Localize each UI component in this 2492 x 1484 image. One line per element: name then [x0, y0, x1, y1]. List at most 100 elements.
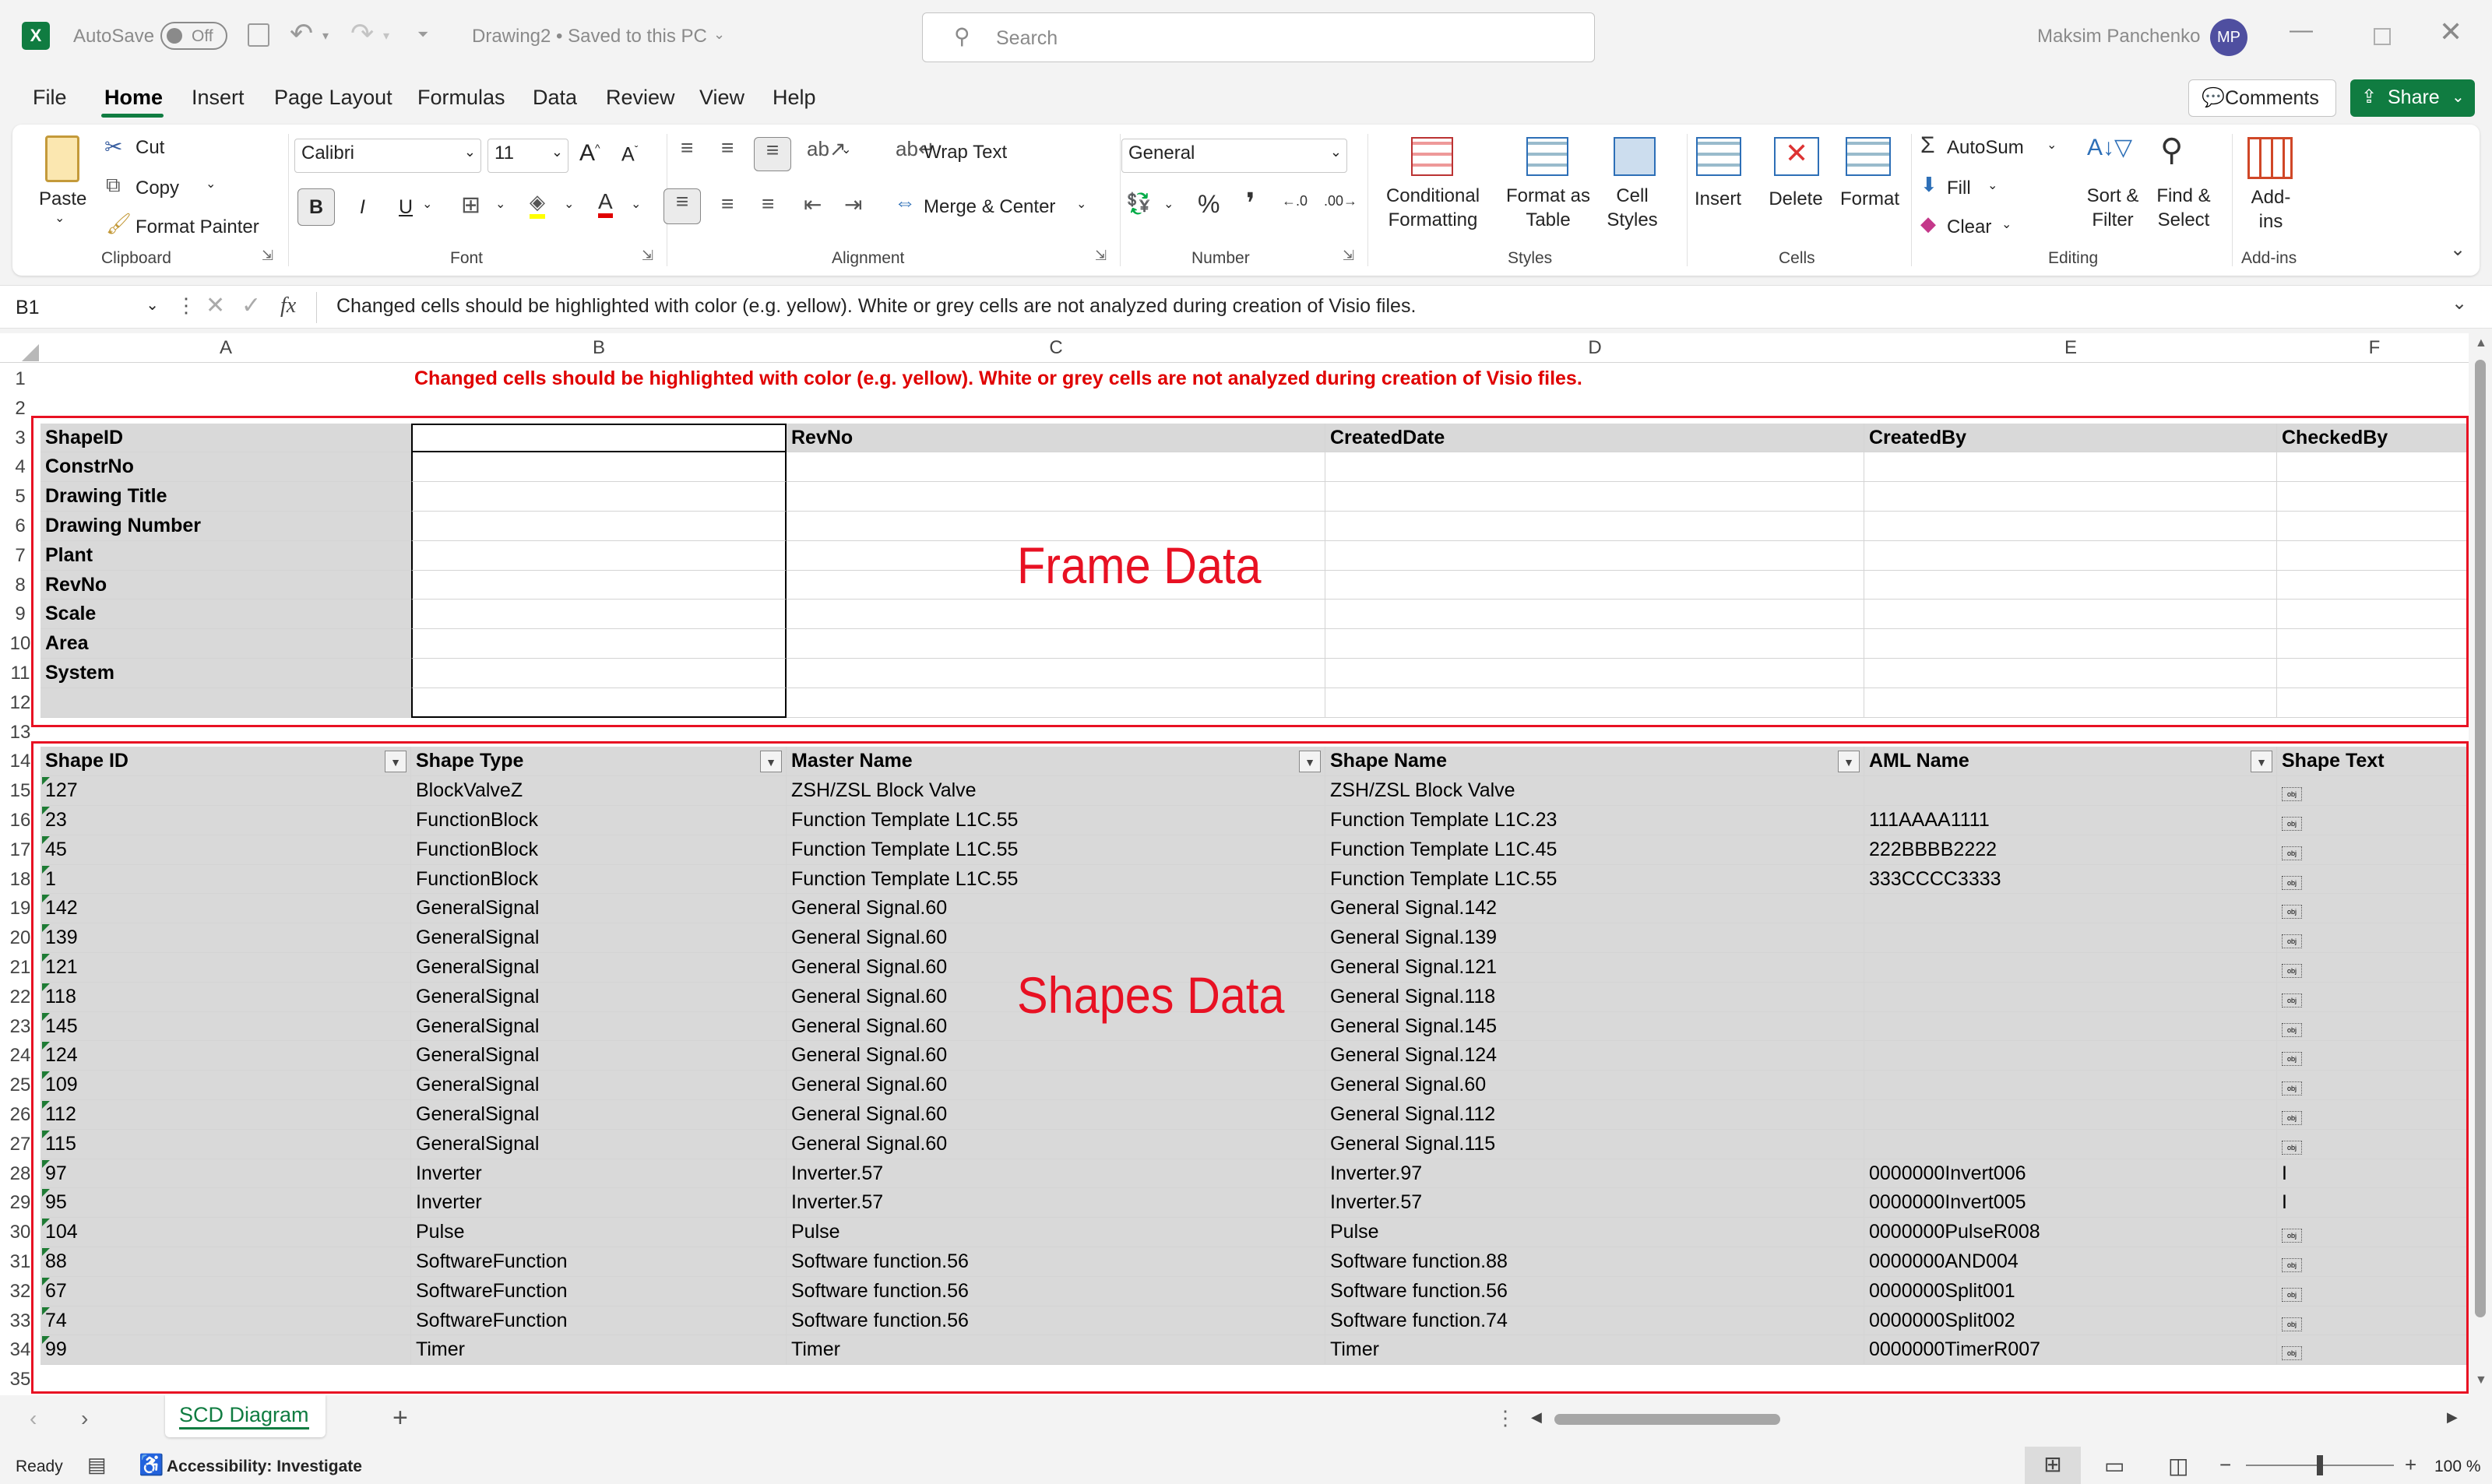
decrease-font-icon[interactable]: Aˇ — [621, 143, 638, 166]
redo-icon[interactable]: ↷ — [350, 17, 374, 50]
zoom-out-icon[interactable]: − — [2219, 1453, 2231, 1477]
horizontal-scrollbar[interactable]: ◀ ▶ — [1531, 1408, 2466, 1431]
wrap-text-button[interactable]: Wrap Text — [924, 142, 1007, 164]
cell-styles-button[interactable]: Cell Styles — [1593, 184, 1671, 232]
sort-filter-button[interactable]: Sort & Filter — [2079, 184, 2146, 232]
clear-dropdown-icon[interactable]: ⌄ — [2001, 216, 2012, 232]
accounting-format-icon[interactable]: 💱 — [1126, 192, 1151, 216]
column-header-d[interactable]: D — [1325, 333, 1864, 363]
zoom-slider[interactable] — [2246, 1455, 2394, 1475]
decrease-indent-icon[interactable]: ⇤ — [804, 192, 822, 217]
italic-button[interactable]: I — [360, 196, 365, 219]
orientation-dropdown-icon[interactable]: ⌄ — [841, 142, 851, 157]
underline-button[interactable]: U — [399, 196, 413, 219]
number-format-select[interactable]: General ⌄ — [1121, 139, 1347, 173]
accounting-dropdown-icon[interactable]: ⌄ — [1163, 196, 1174, 212]
tabs-splitter-icon[interactable]: ⋮ — [1495, 1406, 1515, 1430]
accessibility-status[interactable]: Accessibility: Investigate — [167, 1458, 362, 1476]
share-dropdown-icon[interactable]: ⌄ — [2452, 87, 2465, 107]
vertical-scrollbar[interactable]: ▲ ▼ — [2469, 333, 2492, 1395]
row-header[interactable]: 1 — [0, 364, 40, 394]
column-header-b[interactable]: B — [411, 333, 787, 363]
paste-dropdown-icon[interactable]: ⌄ — [55, 210, 65, 226]
sheet-tab-scd-diagram[interactable]: SCD Diagram — [165, 1395, 326, 1437]
align-top-icon[interactable]: ≡ — [681, 135, 693, 160]
vertical-scroll-thumb[interactable] — [2475, 360, 2486, 1317]
fill-dropdown-icon[interactable]: ⌄ — [1987, 178, 1997, 193]
scroll-up-icon[interactable]: ▲ — [2475, 336, 2487, 350]
scroll-down-icon[interactable]: ▼ — [2475, 1373, 2487, 1387]
column-header-f[interactable]: F — [2277, 333, 2472, 363]
macro-record-icon[interactable]: ▤ — [87, 1453, 107, 1477]
conditional-formatting-button[interactable]: Conditional Formatting — [1378, 184, 1487, 232]
insert-function-icon[interactable]: fx — [280, 294, 296, 318]
align-right-icon[interactable]: ≡ — [762, 192, 774, 216]
bold-button[interactable]: B — [297, 188, 335, 226]
prev-sheet-icon[interactable]: ‹ — [30, 1406, 37, 1431]
cancel-entry-icon[interactable]: ✕ — [206, 292, 225, 319]
user-name[interactable]: Maksim Panchenko — [2037, 26, 2200, 47]
scroll-right-icon[interactable]: ▶ — [2447, 1409, 2458, 1426]
cut-button[interactable]: Cut — [136, 137, 164, 159]
name-box[interactable]: B1 ⌄ — [9, 292, 165, 323]
format-as-table-button[interactable]: Format as Table — [1503, 184, 1593, 232]
format-painter-button[interactable]: Format Painter — [136, 216, 259, 238]
font-color-icon[interactable]: A — [598, 190, 613, 218]
percent-icon[interactable]: % — [1198, 190, 1220, 219]
menu-data[interactable]: Data — [533, 86, 577, 110]
add-sheet-icon[interactable]: + — [392, 1403, 408, 1433]
copy-dropdown-icon[interactable]: ⌄ — [206, 176, 216, 192]
more-options-icon[interactable]: ⋮ — [176, 294, 196, 318]
column-header-e[interactable]: E — [1864, 333, 2277, 363]
accessibility-icon[interactable]: ♿ — [139, 1453, 164, 1477]
autosum-dropdown-icon[interactable]: ⌄ — [2047, 137, 2057, 153]
select-all-corner[interactable] — [22, 344, 39, 361]
page-layout-view-icon[interactable]: ▭ — [2104, 1453, 2124, 1479]
menu-file[interactable]: File — [33, 86, 67, 110]
fill-button[interactable]: Fill — [1947, 178, 1971, 199]
zoom-slider-thumb[interactable] — [2317, 1455, 2323, 1475]
underline-dropdown-icon[interactable]: ⌄ — [422, 196, 432, 212]
fill-color-icon[interactable]: ◈ — [530, 190, 545, 219]
zoom-in-icon[interactable]: + — [2405, 1453, 2416, 1477]
menu-review[interactable]: Review — [606, 86, 675, 110]
confirm-entry-icon[interactable]: ✓ — [241, 292, 261, 319]
close-icon[interactable]: ✕ — [2439, 16, 2462, 48]
menu-help[interactable]: Help — [773, 86, 816, 110]
document-title[interactable]: Drawing2 • Saved to this PC — [472, 26, 707, 47]
redo-dropdown-icon[interactable]: ▾ — [383, 28, 389, 44]
share-button[interactable]: ⇪ Share ⌄ — [2350, 79, 2475, 117]
menu-view[interactable]: View — [699, 86, 744, 110]
notice-text[interactable]: Changed cells should be highlighted with… — [414, 364, 1582, 392]
normal-view-icon[interactable]: ⊞ — [2025, 1447, 2081, 1484]
increase-indent-icon[interactable]: ⇥ — [844, 192, 862, 217]
ribbon-collapse-icon[interactable]: ⌄ — [2450, 238, 2466, 261]
menu-page-layout[interactable]: Page Layout — [274, 86, 392, 110]
next-sheet-icon[interactable]: › — [81, 1406, 88, 1431]
user-avatar[interactable]: MP — [2210, 19, 2247, 56]
zoom-level[interactable]: 100 % — [2434, 1458, 2481, 1476]
expand-formula-icon[interactable]: ⌄ — [2452, 292, 2467, 315]
fill-color-dropdown-icon[interactable]: ⌄ — [564, 196, 574, 212]
menu-home[interactable]: Home — [104, 86, 163, 110]
borders-icon[interactable]: ⊞ — [461, 192, 480, 219]
decrease-decimal-icon[interactable]: .00→ — [1324, 193, 1357, 209]
addins-button[interactable]: Add-ins — [2240, 185, 2302, 234]
align-middle-icon[interactable]: ≡ — [721, 135, 734, 160]
alignment-launcher-icon[interactable]: ⇲ — [1095, 248, 1107, 264]
save-icon[interactable] — [248, 23, 269, 47]
search-box[interactable]: ⚲ Search — [922, 12, 1595, 62]
delete-cells-button[interactable]: Delete — [1765, 187, 1827, 211]
clipboard-launcher-icon[interactable]: ⇲ — [262, 248, 273, 264]
undo-icon[interactable]: ↶ — [290, 17, 313, 50]
paste-icon[interactable] — [45, 135, 79, 182]
insert-cells-button[interactable]: Insert — [1687, 187, 1749, 211]
merge-center-button[interactable]: Merge & Center — [924, 196, 1055, 218]
autosum-button[interactable]: AutoSum — [1947, 137, 2024, 159]
worksheet-grid[interactable]: A B C D E F 1 2 3 4 5 6 7 8 9 10 11 12 13 14 15 16 17 18 1… — [0, 333, 2492, 1395]
font-color-dropdown-icon[interactable]: ⌄ — [631, 196, 641, 212]
align-center-icon[interactable]: ≡ — [721, 192, 734, 216]
paste-button[interactable]: Paste — [39, 187, 86, 211]
find-select-button[interactable]: Find & Select — [2149, 184, 2218, 232]
autosave-toggle[interactable]: Off — [160, 22, 227, 50]
